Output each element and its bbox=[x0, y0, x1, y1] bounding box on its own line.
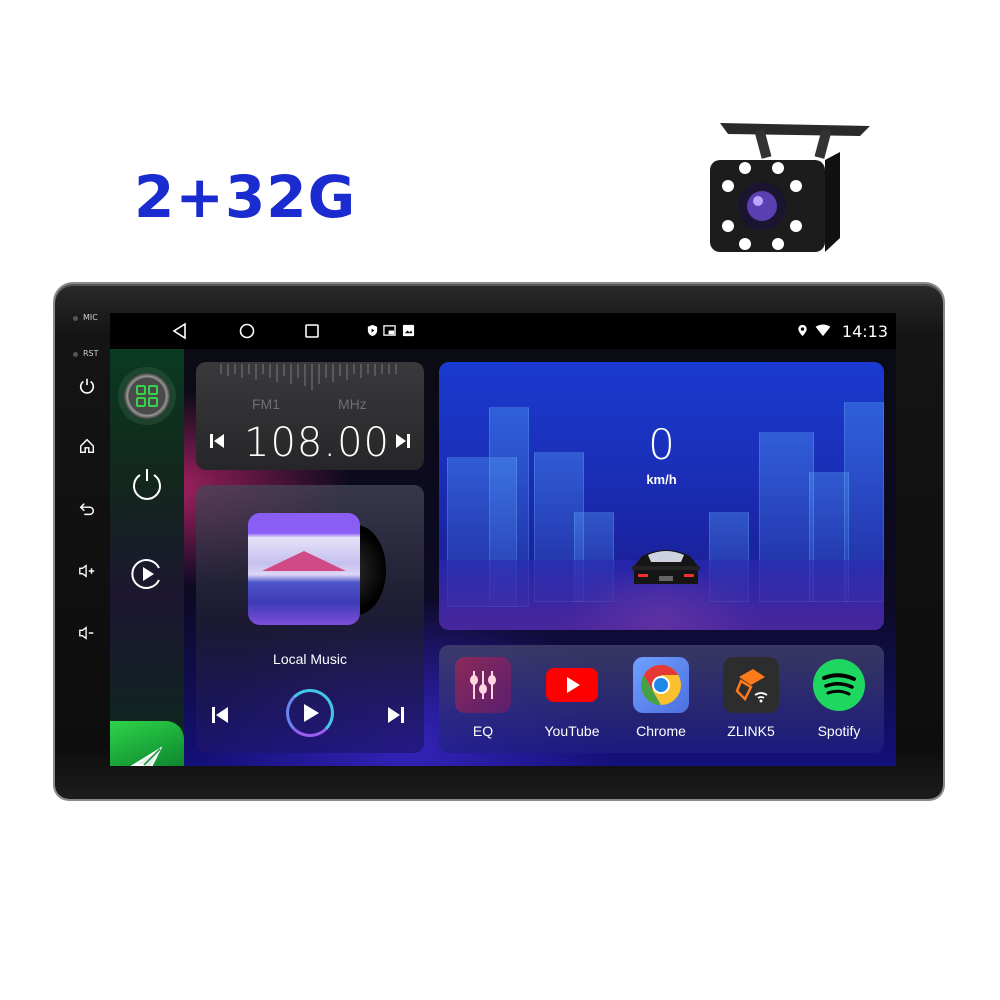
hw-volume-up-button[interactable] bbox=[75, 559, 99, 583]
radio-seek-back-button[interactable] bbox=[208, 432, 226, 450]
app-label: Chrome bbox=[636, 723, 686, 739]
spec-label: 2+32G bbox=[134, 163, 357, 231]
apps-button[interactable] bbox=[122, 371, 172, 421]
backup-camera-image bbox=[710, 123, 870, 252]
hw-power-button[interactable] bbox=[75, 374, 99, 398]
nav-home-button[interactable] bbox=[237, 321, 257, 341]
radio-frequency: 108.00 bbox=[244, 420, 390, 466]
volume-down-icon bbox=[79, 626, 94, 640]
power-icon bbox=[79, 378, 95, 394]
app-label: ZLINK5 bbox=[727, 723, 775, 739]
radio-widget[interactable]: FM1 MHz 108.00 bbox=[196, 362, 424, 470]
rst-label[interactable]: RST bbox=[83, 349, 99, 358]
youtube-icon bbox=[544, 657, 600, 713]
clock: 14:13 bbox=[841, 322, 888, 341]
app-dock: EQ YouTube Chrome ZLINK5 Spotify bbox=[439, 645, 884, 753]
radio-seek-forward-button[interactable] bbox=[394, 432, 412, 450]
app-label: Spotify bbox=[817, 723, 861, 739]
car-image bbox=[632, 550, 700, 584]
app-label: EQ bbox=[472, 723, 494, 739]
status-bar: 14:13 bbox=[110, 313, 896, 349]
wifi-icon bbox=[815, 324, 831, 337]
music-play-button[interactable] bbox=[286, 689, 334, 737]
apps-grid-icon bbox=[136, 385, 158, 407]
image-icon bbox=[402, 324, 415, 337]
album-art bbox=[248, 513, 360, 625]
shield-play-icon bbox=[367, 324, 378, 337]
back-arrow-icon bbox=[79, 503, 95, 516]
home-icon bbox=[79, 438, 95, 454]
hw-back-button[interactable] bbox=[75, 497, 99, 521]
radio-band: FM1 bbox=[252, 396, 280, 412]
hw-volume-down-button[interactable] bbox=[75, 621, 99, 645]
sidebar-play-button[interactable] bbox=[122, 549, 172, 599]
zlink-icon bbox=[723, 657, 779, 713]
spotify-icon bbox=[811, 657, 867, 713]
play-icon bbox=[304, 704, 319, 722]
app-eq[interactable]: EQ bbox=[443, 657, 523, 739]
mic-label: MIC bbox=[83, 313, 98, 322]
equalizer-icon bbox=[455, 657, 511, 713]
mic-indicator bbox=[73, 316, 78, 321]
chrome-icon bbox=[633, 657, 689, 713]
speedometer-widget[interactable]: 0 km/h bbox=[439, 362, 884, 630]
app-spotify[interactable]: Spotify bbox=[799, 657, 879, 739]
navigation-button[interactable] bbox=[110, 721, 184, 766]
nav-back-button[interactable] bbox=[170, 321, 190, 341]
location-icon bbox=[798, 324, 807, 337]
speed-value: 0 bbox=[648, 420, 675, 469]
speed-unit: km/h bbox=[646, 472, 677, 487]
music-widget[interactable]: Local Music bbox=[196, 485, 424, 753]
music-title: Local Music bbox=[273, 651, 347, 667]
hw-home-button[interactable] bbox=[75, 434, 99, 458]
screen: 14:13 FM1 MHz 108.00 Local Music 0 km/h … bbox=[110, 313, 896, 766]
sidebar bbox=[110, 349, 184, 766]
app-zlink5[interactable]: ZLINK5 bbox=[711, 657, 791, 739]
music-previous-button[interactable] bbox=[210, 705, 230, 725]
app-label: YouTube bbox=[544, 723, 600, 739]
navigation-arrow-icon bbox=[130, 745, 163, 766]
cast-icon bbox=[383, 325, 396, 336]
music-next-button[interactable] bbox=[386, 705, 406, 725]
rst-indicator bbox=[73, 352, 78, 357]
sidebar-power-button[interactable] bbox=[122, 459, 172, 509]
play-circle-icon bbox=[131, 559, 160, 589]
nav-recents-button[interactable] bbox=[302, 321, 322, 341]
volume-up-icon bbox=[79, 564, 95, 578]
radio-unit: MHz bbox=[338, 396, 367, 412]
frequency-scale bbox=[220, 364, 397, 390]
power-icon bbox=[133, 469, 161, 500]
app-chrome[interactable]: Chrome bbox=[621, 657, 701, 739]
app-youtube[interactable]: YouTube bbox=[532, 657, 612, 739]
